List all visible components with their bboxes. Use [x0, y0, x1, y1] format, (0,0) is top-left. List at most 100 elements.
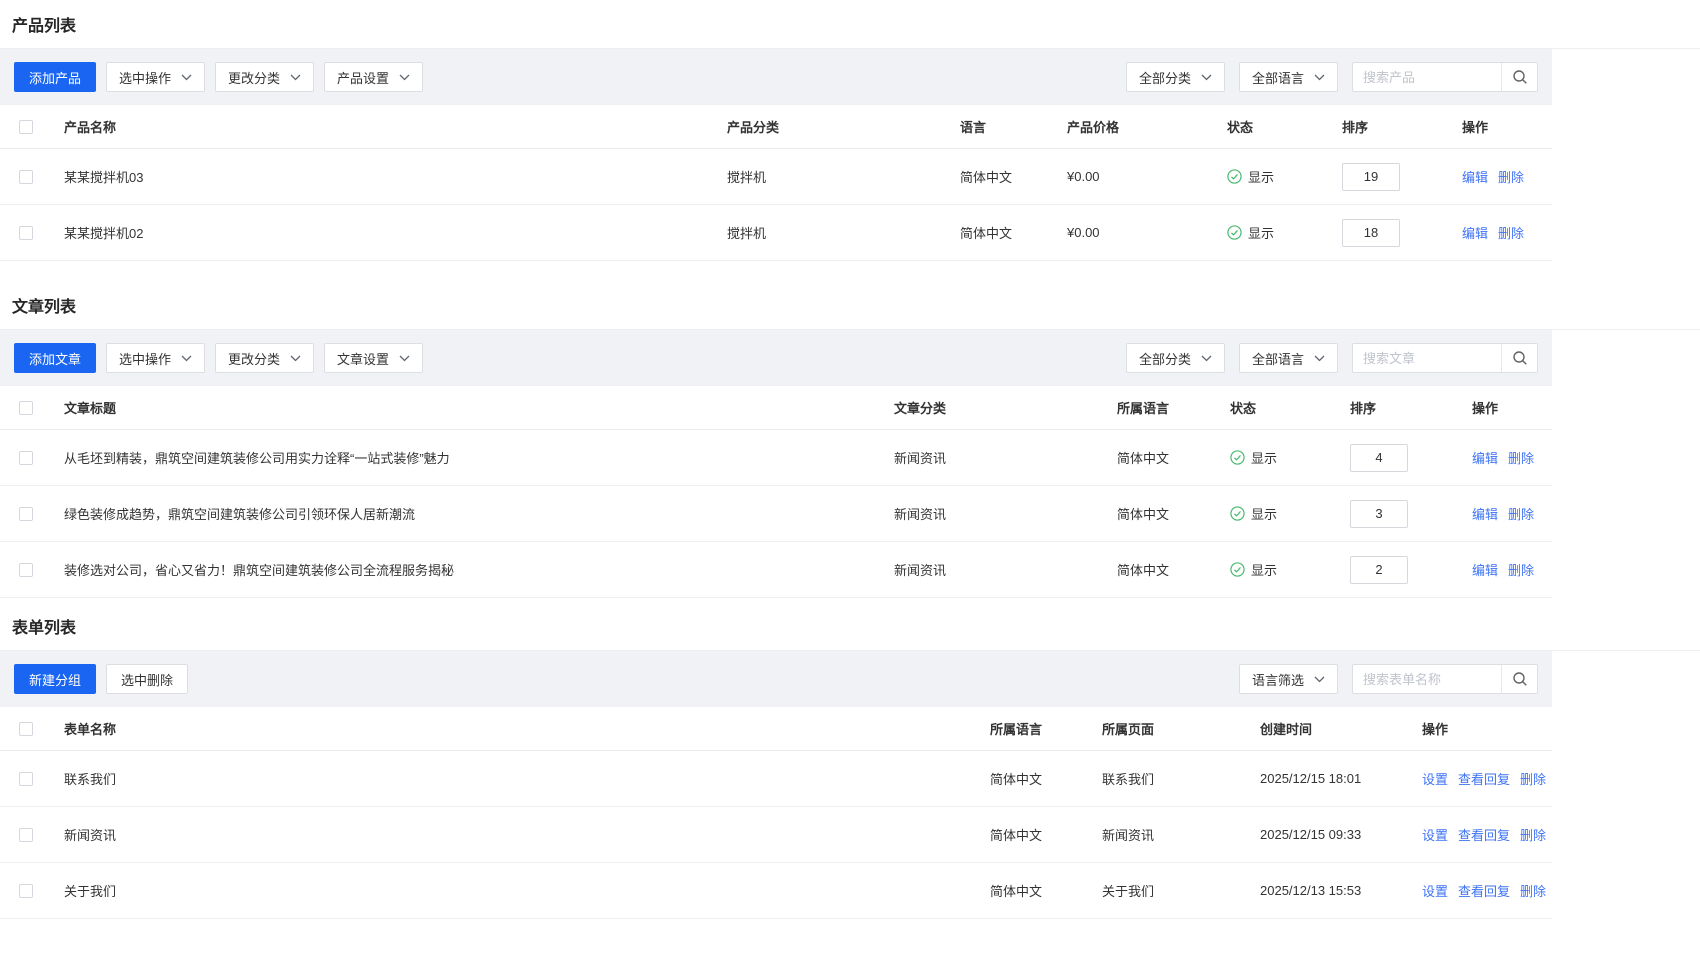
- sort-input[interactable]: [1342, 219, 1400, 247]
- chevron-down-icon: [399, 74, 410, 81]
- articles-section: 文章列表 添加文章 选中操作 更改分类 文章设置 全部分类 全部语言: [0, 281, 1700, 598]
- view-replies-link[interactable]: 查看回复: [1458, 881, 1510, 900]
- article-search-input[interactable]: [1353, 344, 1501, 372]
- bulk-actions-dropdown[interactable]: 选中操作: [106, 343, 205, 373]
- edit-link[interactable]: 编辑: [1472, 504, 1498, 523]
- header-article-category: 文章分类: [882, 398, 1105, 417]
- change-category-dropdown[interactable]: 更改分类: [215, 343, 314, 373]
- chevron-down-icon: [1201, 74, 1212, 81]
- edit-link[interactable]: 编辑: [1462, 223, 1488, 242]
- product-settings-dropdown[interactable]: 产品设置: [324, 62, 423, 92]
- delete-link[interactable]: 删除: [1508, 560, 1534, 579]
- language-filter-dropdown[interactable]: 全部语言: [1239, 62, 1338, 92]
- bulk-delete-button[interactable]: 选中删除: [106, 664, 188, 694]
- articles-toolbar: 添加文章 选中操作 更改分类 文章设置 全部分类 全部语言: [0, 330, 1552, 386]
- change-category-dropdown[interactable]: 更改分类: [215, 62, 314, 92]
- chevron-down-icon: [181, 355, 192, 362]
- row-checkbox[interactable]: [19, 772, 33, 786]
- forms-toolbar: 新建分组 选中删除 语言筛选: [0, 651, 1552, 707]
- chevron-down-icon: [399, 355, 410, 362]
- delete-link[interactable]: 删除: [1520, 825, 1546, 844]
- select-all-checkbox[interactable]: [19, 722, 33, 736]
- row-checkbox[interactable]: [19, 884, 33, 898]
- form-language: 简体中文: [978, 825, 1090, 844]
- language-filter-label: 语言筛选: [1252, 670, 1304, 689]
- edit-link[interactable]: 编辑: [1472, 448, 1498, 467]
- edit-link[interactable]: 编辑: [1472, 560, 1498, 579]
- form-created: 2025/12/15 18:01: [1248, 771, 1410, 786]
- delete-link[interactable]: 删除: [1508, 448, 1534, 467]
- product-search: [1352, 62, 1538, 92]
- article-category: 新闻资讯: [882, 560, 1105, 579]
- status-badge: 显示: [1227, 167, 1274, 186]
- category-filter-dropdown[interactable]: 全部分类: [1126, 62, 1225, 92]
- settings-link[interactable]: 设置: [1422, 881, 1448, 900]
- delete-link[interactable]: 删除: [1498, 167, 1524, 186]
- view-replies-link[interactable]: 查看回复: [1458, 825, 1510, 844]
- status-label: 显示: [1251, 504, 1277, 523]
- product-settings-label: 产品设置: [337, 68, 389, 87]
- delete-link[interactable]: 删除: [1498, 223, 1524, 242]
- row-checkbox[interactable]: [19, 226, 33, 240]
- sort-input[interactable]: [1350, 444, 1408, 472]
- search-button[interactable]: [1501, 344, 1537, 372]
- article-row: 从毛坯到精装，鼎筑空间建筑装修公司用实力诠释“一站式装修”魅力 新闻资讯 简体中…: [0, 430, 1552, 486]
- header-status: 状态: [1215, 117, 1330, 136]
- form-created: 2025/12/13 15:53: [1248, 883, 1410, 898]
- search-icon: [1512, 671, 1528, 687]
- view-replies-link[interactable]: 查看回复: [1458, 769, 1510, 788]
- delete-link[interactable]: 删除: [1520, 881, 1546, 900]
- chevron-down-icon: [290, 355, 301, 362]
- add-article-button[interactable]: 添加文章: [14, 343, 96, 373]
- article-language: 简体中文: [1105, 560, 1218, 579]
- sort-input[interactable]: [1350, 556, 1408, 584]
- article-settings-dropdown[interactable]: 文章设置: [324, 343, 423, 373]
- product-category: 搅拌机: [715, 223, 948, 242]
- product-search-input[interactable]: [1353, 63, 1501, 91]
- form-name: 关于我们: [52, 881, 978, 900]
- settings-link[interactable]: 设置: [1422, 825, 1448, 844]
- bulk-actions-label: 选中操作: [119, 68, 171, 87]
- article-row: 装修选对公司，省心又省力！鼎筑空间建筑装修公司全流程服务揭秘 新闻资讯 简体中文…: [0, 542, 1552, 598]
- delete-link[interactable]: 删除: [1520, 769, 1546, 788]
- article-row: 绿色装修成趋势，鼎筑空间建筑装修公司引领环保人居新潮流 新闻资讯 简体中文 显示…: [0, 486, 1552, 542]
- product-category: 搅拌机: [715, 167, 948, 186]
- row-checkbox[interactable]: [19, 170, 33, 184]
- form-name: 联系我们: [52, 769, 978, 788]
- add-product-button[interactable]: 添加产品: [14, 62, 96, 92]
- chevron-down-icon: [1314, 355, 1325, 362]
- row-checkbox[interactable]: [19, 507, 33, 521]
- status-label: 显示: [1251, 560, 1277, 579]
- header-page: 所属页面: [1090, 719, 1248, 738]
- status-badge: 显示: [1230, 448, 1277, 467]
- sort-input[interactable]: [1350, 500, 1408, 528]
- new-group-button[interactable]: 新建分组: [14, 664, 96, 694]
- form-page: 联系我们: [1090, 769, 1248, 788]
- settings-link[interactable]: 设置: [1422, 769, 1448, 788]
- language-filter-dropdown[interactable]: 语言筛选: [1239, 664, 1338, 694]
- select-all-checkbox[interactable]: [19, 120, 33, 134]
- row-checkbox[interactable]: [19, 828, 33, 842]
- bulk-actions-dropdown[interactable]: 选中操作: [106, 62, 205, 92]
- search-button[interactable]: [1501, 665, 1537, 693]
- header-language: 所属语言: [978, 719, 1090, 738]
- delete-link[interactable]: 删除: [1508, 504, 1534, 523]
- change-category-label: 更改分类: [228, 68, 280, 87]
- header-actions: 操作: [1450, 117, 1552, 136]
- search-button[interactable]: [1501, 63, 1537, 91]
- edit-link[interactable]: 编辑: [1462, 167, 1488, 186]
- form-search-input[interactable]: [1353, 665, 1501, 693]
- product-price: ¥0.00: [1055, 169, 1215, 184]
- category-filter-dropdown[interactable]: 全部分类: [1126, 343, 1225, 373]
- language-filter-dropdown[interactable]: 全部语言: [1239, 343, 1338, 373]
- article-title: 绿色装修成趋势，鼎筑空间建筑装修公司引领环保人居新潮流: [52, 504, 882, 523]
- select-all-checkbox[interactable]: [19, 401, 33, 415]
- chevron-down-icon: [181, 74, 192, 81]
- row-checkbox[interactable]: [19, 451, 33, 465]
- product-row: 某某搅拌机03 搅拌机 简体中文 ¥0.00 显示 编辑删除: [0, 149, 1552, 205]
- header-article-title: 文章标题: [52, 398, 882, 417]
- form-page: 新闻资讯: [1090, 825, 1248, 844]
- sort-input[interactable]: [1342, 163, 1400, 191]
- row-checkbox[interactable]: [19, 563, 33, 577]
- header-form-name: 表单名称: [52, 719, 978, 738]
